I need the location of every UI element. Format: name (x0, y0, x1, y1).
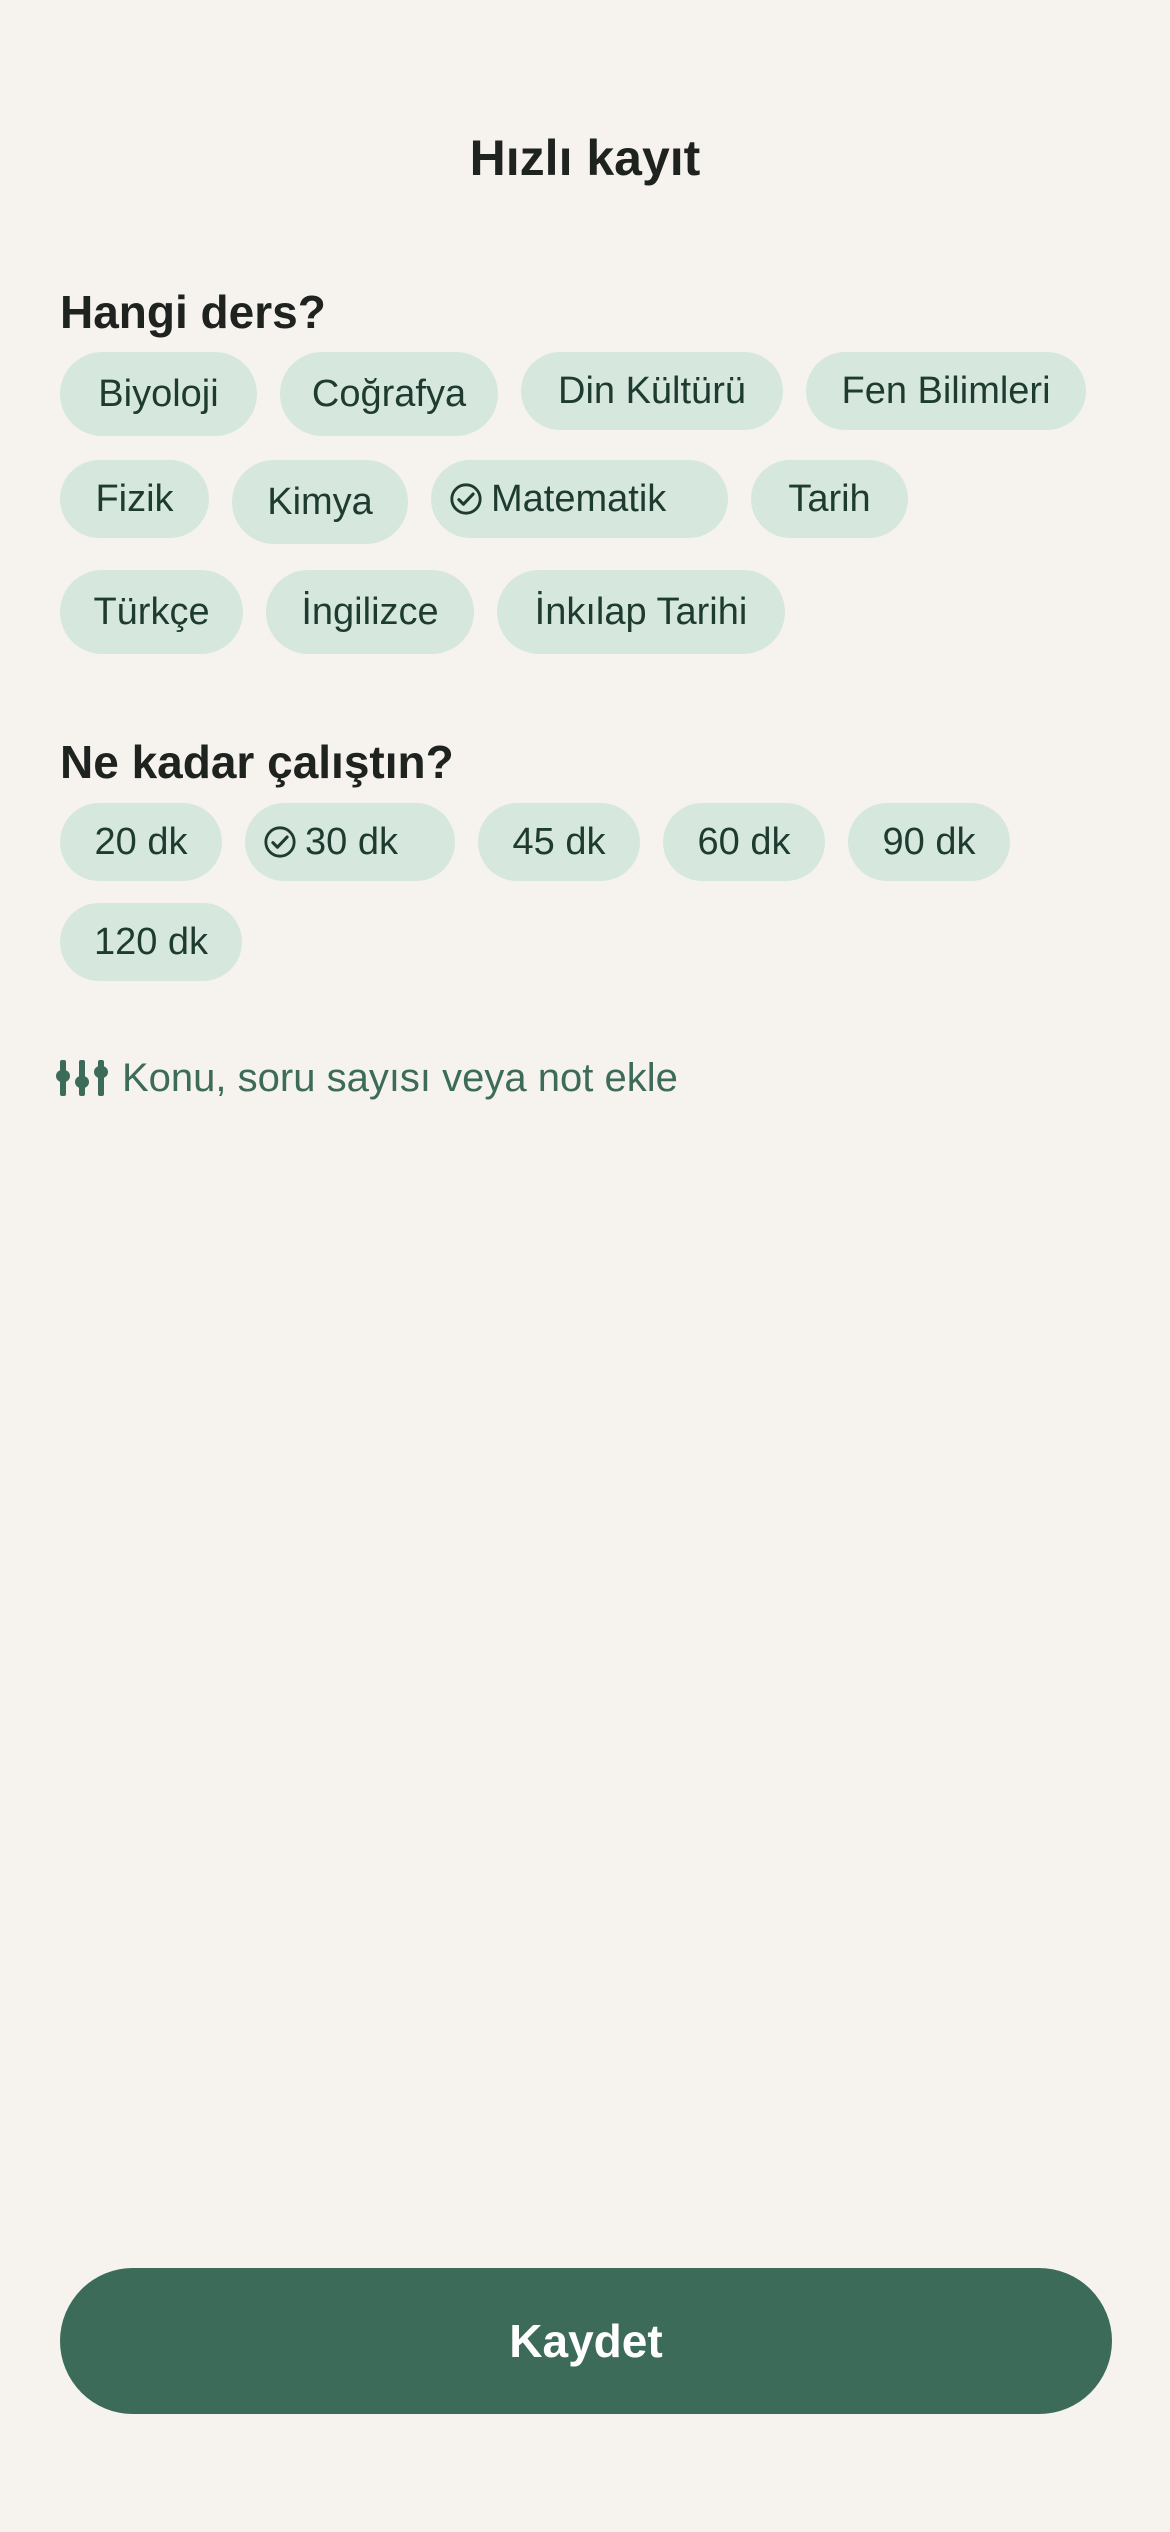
duration-chip-60[interactable]: 60 dk (663, 803, 825, 881)
save-button[interactable]: Kaydet (60, 2268, 1112, 2414)
chip-label: Coğrafya (311, 373, 467, 415)
add-details-link[interactable]: Konu, soru sayısı veya not ekle (54, 1048, 678, 1108)
subject-chip-inkilap-tarihi[interactable]: İnkılap Tarihi (497, 570, 785, 654)
subject-chip-cografya[interactable]: Coğrafya (280, 352, 498, 436)
subject-chip-kimya[interactable]: Kimya (232, 460, 408, 544)
sliders-icon (56, 1060, 108, 1096)
chip-label: İnkılap Tarihi (534, 591, 748, 633)
subject-chip-tarih[interactable]: Tarih (751, 460, 908, 538)
check-circle-icon (450, 483, 482, 515)
duration-chip-120[interactable]: 120 dk (60, 903, 242, 981)
chip-label: 90 dk (882, 821, 976, 863)
subject-chip-din-kulturu[interactable]: Din Kültürü (521, 352, 783, 430)
subject-chip-fen-bilimleri[interactable]: Fen Bilimleri (806, 352, 1086, 430)
save-button-label: Kaydet (509, 2315, 663, 2367)
subject-chip-ingilizce[interactable]: İngilizce (266, 570, 474, 654)
duration-section-label: Ne kadar çalıştın? (60, 736, 454, 788)
subject-chip-biyoloji[interactable]: Biyoloji (60, 352, 257, 436)
duration-chip-20[interactable]: 20 dk (60, 803, 222, 881)
chip-label: 120 dk (93, 921, 209, 963)
page-title: Hızlı kayıt (469, 130, 701, 186)
chip-label: 30 dk (305, 821, 398, 863)
check-circle-icon (264, 826, 296, 858)
chip-label: Din Kültürü (558, 370, 746, 412)
chip-label: İngilizce (301, 591, 439, 633)
subject-chip-fizik[interactable]: Fizik (60, 460, 209, 538)
add-details-label: Konu, soru sayısı veya not ekle (122, 1055, 678, 1100)
chip-label: Kimya (267, 481, 373, 523)
chip-label: Fizik (95, 478, 174, 520)
chip-label: Matematik (491, 478, 667, 520)
subject-section-label: Hangi ders? (60, 286, 326, 338)
chip-label: 60 dk (697, 821, 791, 863)
chip-label: 45 dk (512, 821, 606, 863)
duration-chip-30[interactable]: 30 dk (245, 803, 455, 881)
chip-label: 20 dk (94, 821, 188, 863)
subject-chip-matematik[interactable]: Matematik (431, 460, 728, 538)
duration-chip-90[interactable]: 90 dk (848, 803, 1010, 881)
chip-label: Biyoloji (98, 373, 219, 415)
chip-label: Fen Bilimleri (841, 370, 1051, 412)
subject-chip-turkce[interactable]: Türkçe (60, 570, 243, 654)
chip-label: Tarih (788, 478, 871, 520)
chip-label: Türkçe (93, 591, 210, 633)
duration-chip-45[interactable]: 45 dk (478, 803, 640, 881)
